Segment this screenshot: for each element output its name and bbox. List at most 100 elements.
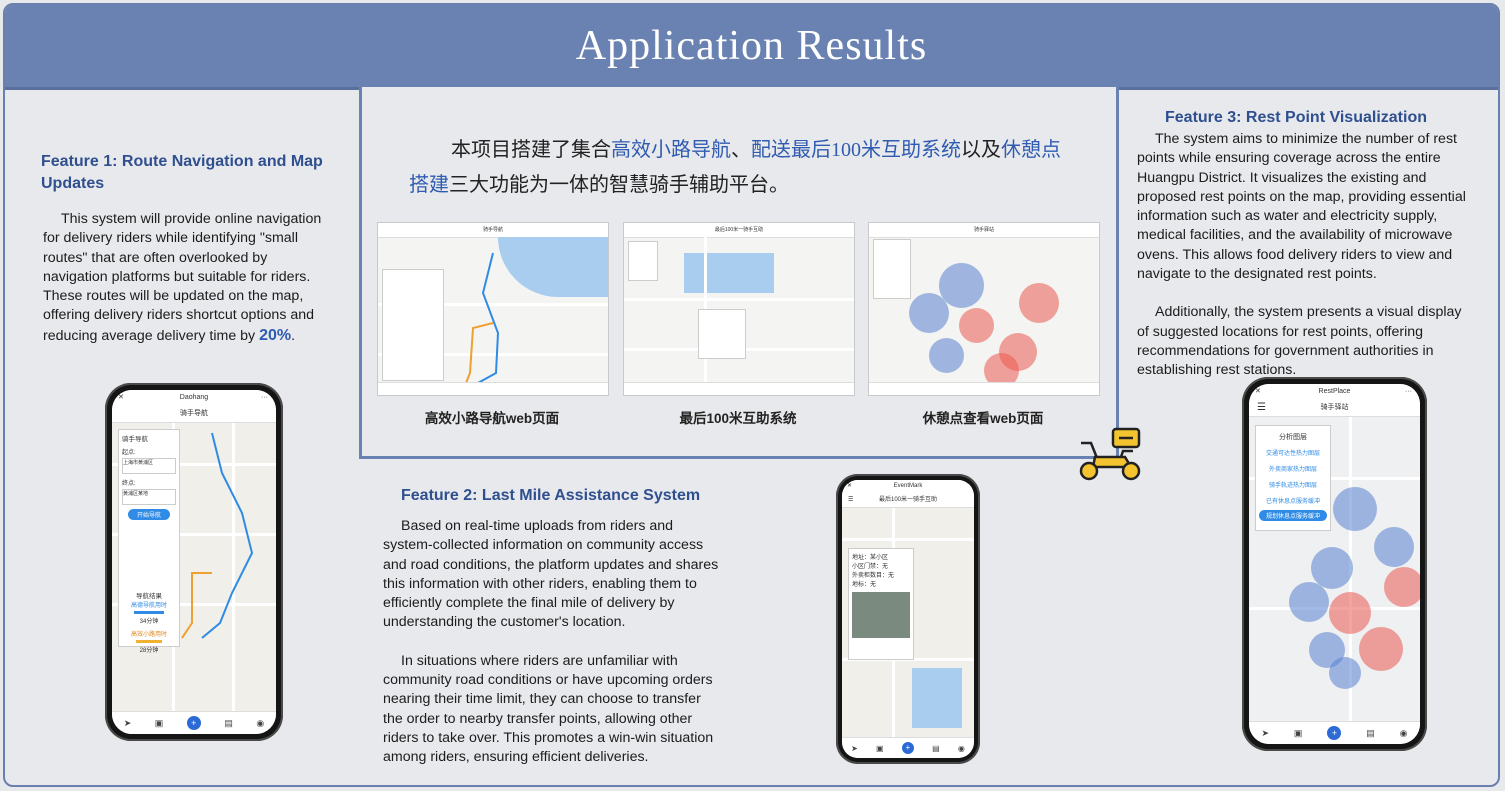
store-icon[interactable]: ▣ [155,718,164,729]
phone3-layer-panel: 分析图层 交通可达性热力图层 外卖商家热力图层 骑手轨迹热力图层 已有休息点服务… [1255,425,1331,531]
feature1-end: . [291,327,296,344]
layer-option-planned[interactable]: 规划休息点服务缓冲 [1259,510,1327,521]
phone1-app-bar: ✕ Daohang ··· [112,390,276,406]
end-label: 终点: [122,481,136,487]
screenshot2-title: 最后100米一骑手互助 [624,223,854,238]
feature1-body: This system will provide online navigati… [43,210,335,346]
location-photo [852,592,910,638]
screenshot-last-mile: 最后100米一骑手互助 [623,222,855,396]
feature2-para2: In situations where riders are unfamilia… [383,652,714,766]
screenshot2-nav [624,382,854,395]
phone-rest-point-mockup: ✕ RestPlace ··· ☰ 骑手驿站 分析图层 交通可达性热力图层 外卖… [1242,377,1427,751]
phone2-app-bar: ✕ EventMark [842,480,974,493]
more-icon[interactable]: ··· [261,390,268,406]
screenshot3-layer-panel [873,239,911,299]
plus-icon-3[interactable]: + [1327,726,1342,740]
menu-icon-3[interactable]: ☰ [1257,400,1266,416]
intro-highlight2-prefix: 配 [751,139,771,161]
layer-option-trajectory[interactable]: 骑手轨迹热力图层 [1259,480,1327,489]
phone1-nav-panel: 骑手导航 起点: 上海市黄浦区 终点: 黄浦区某地 开始导航 导航结果 高德导航… [118,429,180,654]
layer-option-existing[interactable]: 已有休息点服务缓冲 [1259,496,1327,505]
phone3-bottom-nav: ➤ ▣ + ▤ ◉ [1249,721,1420,744]
start-navigation-button[interactable]: 开始导航 [128,509,170,520]
result-time-2: 28分钟 [139,648,159,654]
navigation-arrow-icon-3[interactable]: ➤ [1261,728,1269,739]
result-label-1: 高德导航用时 [130,603,167,609]
phone2-map[interactable]: 地址：某小区 小区门禁：无 外卖柜数目：无 地标：无 [842,508,974,738]
store-icon-3[interactable]: ▣ [1294,728,1303,739]
document-icon-3[interactable]: ▤ [1366,728,1375,739]
intro-sep: 、 [731,139,751,161]
phone-last-mile-mockup: ✕ EventMark ☰ 最后100米一骑手互助 地址：某小区 小区门禁：无 … [836,474,980,764]
phone1-map[interactable]: 骑手导航 起点: 上海市黄浦区 终点: 黄浦区某地 开始导航 导航结果 高德导航… [112,423,276,712]
phone2-bottom-nav: ➤ ▣ + ▤ ◉ [842,737,974,758]
document-icon-2[interactable]: ▤ [932,744,940,753]
store-icon-2[interactable]: ▣ [876,744,884,753]
intro-part1: 本项目搭建了集合 [451,139,611,161]
phone3-title-bar: ☰ 骑手驿站 [1249,400,1420,417]
info-locker: 外卖柜数目：无 [852,573,895,579]
page-title: Application Results [575,23,928,69]
screenshot3-caption: 休憩点查看web页面 [922,411,1044,426]
feature2-body: Based on real-time uploads from riders a… [383,517,721,768]
feature3-para2: Additionally, the system presents a visu… [1137,304,1462,379]
screenshot1-caption: 高效小路导航web页面 [424,411,560,426]
result-title: 导航结果 [136,593,162,600]
navigation-arrow-icon[interactable]: ➤ [124,718,132,729]
user-icon-3[interactable]: ◉ [1400,728,1408,739]
scooter-icon [1079,427,1141,481]
chinese-intro: 本项目搭建了集合高效小路导航、配送最后100米互助系统以及休憩点搭建三大功能为一… [409,133,1079,203]
screenshot2-caption: 最后100米互助系统 [679,411,797,426]
info-gate: 小区门禁：无 [852,564,889,570]
feature3-title: Feature 3: Rest Point Visualization [1165,109,1427,126]
intro-part3: 三大功能为一体的智慧骑手辅助平台。 [449,174,789,196]
phone1-page-title: 骑手导航 [112,406,276,423]
screenshot1-nav [378,382,608,395]
phone3-app-bar: ✕ RestPlace ··· [1249,384,1420,400]
end-input[interactable]: 黄浦区某地 [122,489,176,505]
intro-part2: 以及 [961,139,1001,161]
close-icon[interactable]: ✕ [118,390,124,406]
phone2-title-bar: ☰ 最后100米一骑手互助 [842,493,974,508]
feature2-title: Feature 2: Last Mile Assistance System [401,487,701,504]
user-icon[interactable]: ◉ [256,718,264,729]
menu-icon[interactable]: ☰ [848,493,853,507]
phone3-page-title: 骑手驿站 [1320,404,1349,411]
info-address: 地址：某小区 [852,555,889,561]
phone1-panel-title: 骑手导航 [122,436,148,443]
phone3-app-name: RestPlace [1318,388,1351,395]
close-icon-3[interactable]: ✕ [1255,384,1261,400]
layer-panel-title: 分析图层 [1279,434,1307,441]
document-icon[interactable]: ▤ [224,718,233,729]
screenshot1-panel [382,269,444,381]
feature3-para1: The system aims to minimize the number o… [1137,131,1466,283]
plus-icon-2[interactable]: + [901,742,914,754]
screenshot2-side-panel [628,241,658,281]
phone1-bottom-nav: ➤ ▣ + ▤ ◉ [112,711,276,734]
user-icon-2[interactable]: ◉ [958,744,965,753]
phone2-page-title: 最后100米一骑手互助 [878,497,937,503]
feature1-text: This system will provide online navigati… [43,211,322,344]
info-landmark: 地标：无 [852,582,877,588]
screenshot-navigation: 骑手导航 [377,222,609,396]
phone2-info-popup: 地址：某小区 小区门禁：无 外卖柜数目：无 地标：无 [848,548,914,660]
layer-option-merchant[interactable]: 外卖商家热力图层 [1259,464,1327,473]
header-bar: Application Results [5,5,1498,90]
close-icon-2[interactable]: ✕ [847,480,852,493]
feature3-body: The system aims to minimize the number o… [1137,130,1477,381]
feature1-highlight: 20% [259,326,292,344]
more-icon-3[interactable]: ··· [1405,384,1412,400]
plus-icon[interactable]: + [186,716,201,730]
phone2-app-name: EventMark [893,483,923,489]
intro-highlight1: 高效小路导航 [611,139,731,161]
feature1-title: Feature 1: Route Navigation and Map Upda… [41,153,323,192]
screenshot3-nav [869,382,1099,395]
layer-option-traffic[interactable]: 交通可达性热力图层 [1259,448,1327,457]
intro-highlight2: 送最后100米互助系统 [771,139,961,161]
phone-navigation-mockup: ✕ Daohang ··· 骑手导航 骑手导航 起点: 上海市黄浦区 终点: 黄… [105,383,283,741]
start-input[interactable]: 上海市黄浦区 [122,458,176,474]
phone3-map[interactable]: 分析图层 交通可达性热力图层 外卖商家热力图层 骑手轨迹热力图层 已有休息点服务… [1249,417,1420,722]
feature2-para1: Based on real-time uploads from riders a… [383,518,719,631]
navigation-arrow-icon-2[interactable]: ➤ [851,744,858,753]
poster-frame: Application Results Feature 1: Route Nav… [3,3,1500,787]
